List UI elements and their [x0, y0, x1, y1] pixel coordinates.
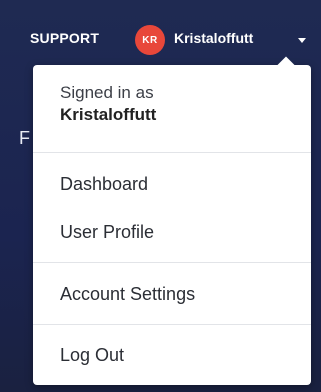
signed-in-username: Kristaloffutt [60, 105, 157, 124]
signed-in-info: Signed in as Kristaloffutt [60, 83, 156, 125]
menu-divider [33, 262, 311, 263]
support-link[interactable]: SUPPORT [30, 30, 99, 46]
menu-item-account-settings[interactable]: Account Settings [60, 284, 195, 304]
menu-item-user-profile[interactable]: User Profile [60, 222, 154, 242]
chevron-down-icon[interactable] [298, 38, 306, 43]
user-menu-toggle[interactable]: Kristaloffutt [174, 30, 253, 46]
avatar-initials: KR [142, 34, 158, 46]
menu-item-log-out[interactable]: Log Out [60, 345, 124, 365]
obscured-page-text: F [19, 128, 30, 148]
user-dropdown-menu: Signed in as Kristaloffutt Dashboard Use… [33, 56, 311, 385]
signed-in-label: Signed in as [60, 83, 154, 102]
menu-item-dashboard[interactable]: Dashboard [60, 174, 148, 194]
user-avatar[interactable]: KR [135, 25, 165, 55]
menu-divider [33, 152, 311, 153]
menu-divider [33, 324, 311, 325]
